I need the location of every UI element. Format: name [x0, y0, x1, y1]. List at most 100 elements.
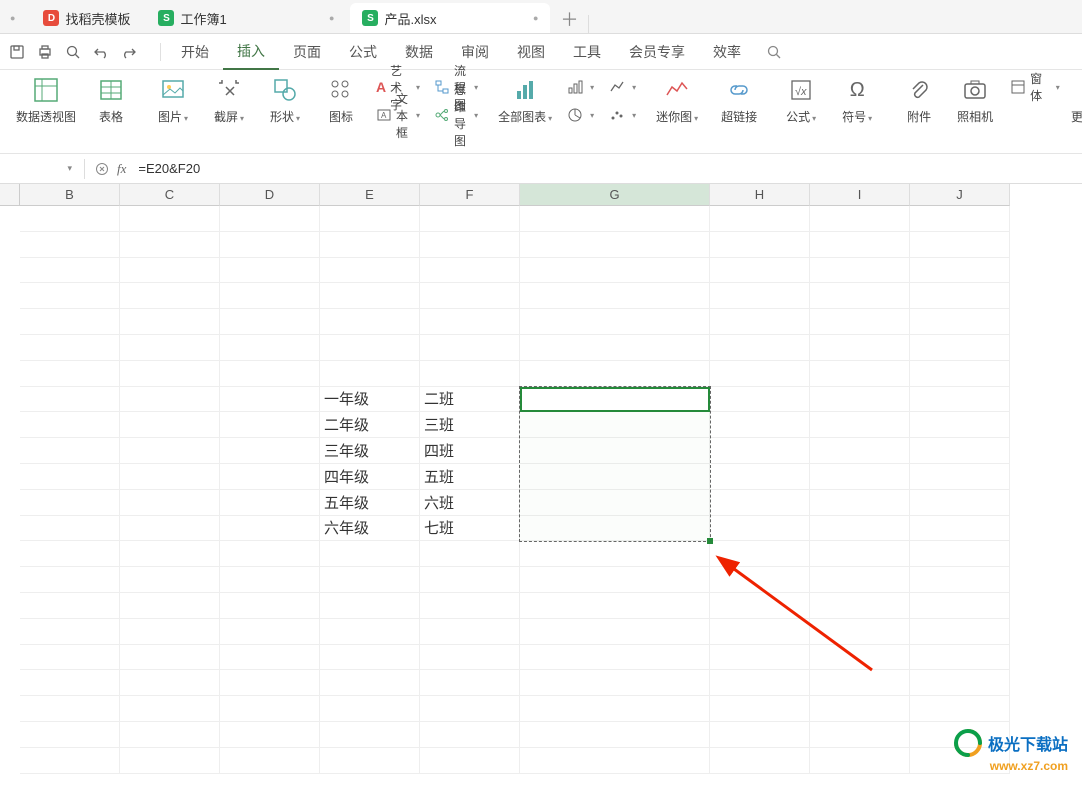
col-header-J[interactable]: J [910, 184, 1010, 206]
bar-chart-button[interactable]: ▾ [566, 76, 594, 98]
table-button[interactable]: 表格 [90, 76, 132, 125]
cell[interactable] [220, 335, 320, 361]
cell[interactable] [520, 619, 710, 645]
cell[interactable] [520, 696, 710, 722]
cell[interactable] [220, 541, 320, 567]
cell[interactable]: 三班 [420, 412, 520, 438]
cell[interactable] [220, 283, 320, 309]
cell[interactable] [520, 748, 710, 774]
cell[interactable] [520, 541, 710, 567]
cell[interactable] [710, 412, 810, 438]
more-objects-button[interactable]: 更多素材 [1074, 76, 1082, 125]
cell[interactable]: 一年级 [320, 387, 420, 413]
menu-item-公式[interactable]: 公式 [335, 34, 391, 70]
cell[interactable] [520, 567, 710, 593]
col-header-G[interactable]: G [520, 184, 710, 206]
cell[interactable] [520, 490, 710, 516]
cell[interactable] [710, 438, 810, 464]
cell[interactable] [910, 696, 1010, 722]
cell[interactable] [710, 335, 810, 361]
cell[interactable] [20, 670, 120, 696]
cell[interactable] [520, 516, 710, 542]
cell[interactable] [120, 258, 220, 284]
scatter-chart-button[interactable]: ▾ [608, 104, 636, 126]
pivot-table-button[interactable]: 数据透视图 [16, 76, 76, 125]
cell[interactable] [710, 696, 810, 722]
cell[interactable] [120, 206, 220, 232]
doc-tab-template[interactable]: D 找稻壳模板 [31, 3, 142, 33]
cell[interactable] [20, 696, 120, 722]
cell[interactable] [320, 748, 420, 774]
cell[interactable] [320, 309, 420, 335]
icon-button[interactable]: 图标 [320, 76, 362, 125]
cell[interactable] [910, 232, 1010, 258]
cell[interactable]: 三年级 [320, 438, 420, 464]
menu-item-插入[interactable]: 插入 [223, 34, 279, 70]
cell[interactable] [20, 206, 120, 232]
cell[interactable] [810, 387, 910, 413]
cell[interactable] [20, 490, 120, 516]
cell[interactable] [120, 645, 220, 671]
formula-input[interactable]: =E20&F20 [130, 157, 1082, 181]
cell[interactable] [320, 619, 420, 645]
cell[interactable] [220, 670, 320, 696]
cell[interactable] [810, 361, 910, 387]
cell[interactable] [520, 412, 710, 438]
cell[interactable] [220, 309, 320, 335]
cell[interactable] [710, 645, 810, 671]
cell[interactable] [810, 335, 910, 361]
cell[interactable] [710, 619, 810, 645]
cell[interactable] [120, 748, 220, 774]
cell[interactable] [20, 567, 120, 593]
cell[interactable] [810, 438, 910, 464]
cell[interactable] [710, 722, 810, 748]
cell[interactable] [910, 335, 1010, 361]
cell[interactable] [910, 206, 1010, 232]
cell[interactable] [20, 748, 120, 774]
search-icon[interactable] [765, 43, 783, 61]
cell[interactable] [220, 361, 320, 387]
cell[interactable] [710, 283, 810, 309]
cell[interactable] [320, 670, 420, 696]
cell[interactable] [810, 645, 910, 671]
cell[interactable] [710, 541, 810, 567]
col-header-B[interactable]: B [20, 184, 120, 206]
cell[interactable] [910, 309, 1010, 335]
fx-label[interactable]: fx [117, 161, 126, 177]
cell[interactable] [420, 232, 520, 258]
cell[interactable] [320, 283, 420, 309]
pie-chart-button[interactable]: ▾ [566, 104, 594, 126]
cell[interactable]: 二年级 [320, 412, 420, 438]
cell[interactable] [710, 206, 810, 232]
cell[interactable] [20, 232, 120, 258]
cell[interactable] [810, 670, 910, 696]
cell[interactable] [120, 567, 220, 593]
cell[interactable] [20, 464, 120, 490]
cell[interactable] [520, 593, 710, 619]
menu-item-工具[interactable]: 工具 [559, 34, 615, 70]
cell[interactable] [910, 645, 1010, 671]
col-header-I[interactable]: I [810, 184, 910, 206]
cell[interactable] [910, 670, 1010, 696]
cell[interactable]: 四班 [420, 438, 520, 464]
cell[interactable] [120, 464, 220, 490]
cell[interactable] [420, 335, 520, 361]
doc-tab-workbook1[interactable]: S 工作簿1 ● [146, 3, 346, 33]
cell[interactable] [520, 722, 710, 748]
col-header-F[interactable]: F [420, 184, 520, 206]
cell[interactable] [910, 619, 1010, 645]
sparkline-button[interactable]: 迷你图▾ [656, 76, 698, 125]
col-header-H[interactable]: H [710, 184, 810, 206]
menu-item-视图[interactable]: 视图 [503, 34, 559, 70]
cell[interactable] [220, 516, 320, 542]
cell[interactable] [220, 206, 320, 232]
cell[interactable] [120, 619, 220, 645]
cell[interactable] [420, 645, 520, 671]
window-button[interactable]: 窗体▾ [1010, 76, 1060, 98]
cell[interactable] [220, 387, 320, 413]
cell[interactable] [20, 412, 120, 438]
symbol-button[interactable]: Ω 符号▾ [836, 76, 878, 125]
cell[interactable] [420, 619, 520, 645]
preview-icon[interactable] [64, 43, 82, 61]
cell[interactable] [710, 232, 810, 258]
